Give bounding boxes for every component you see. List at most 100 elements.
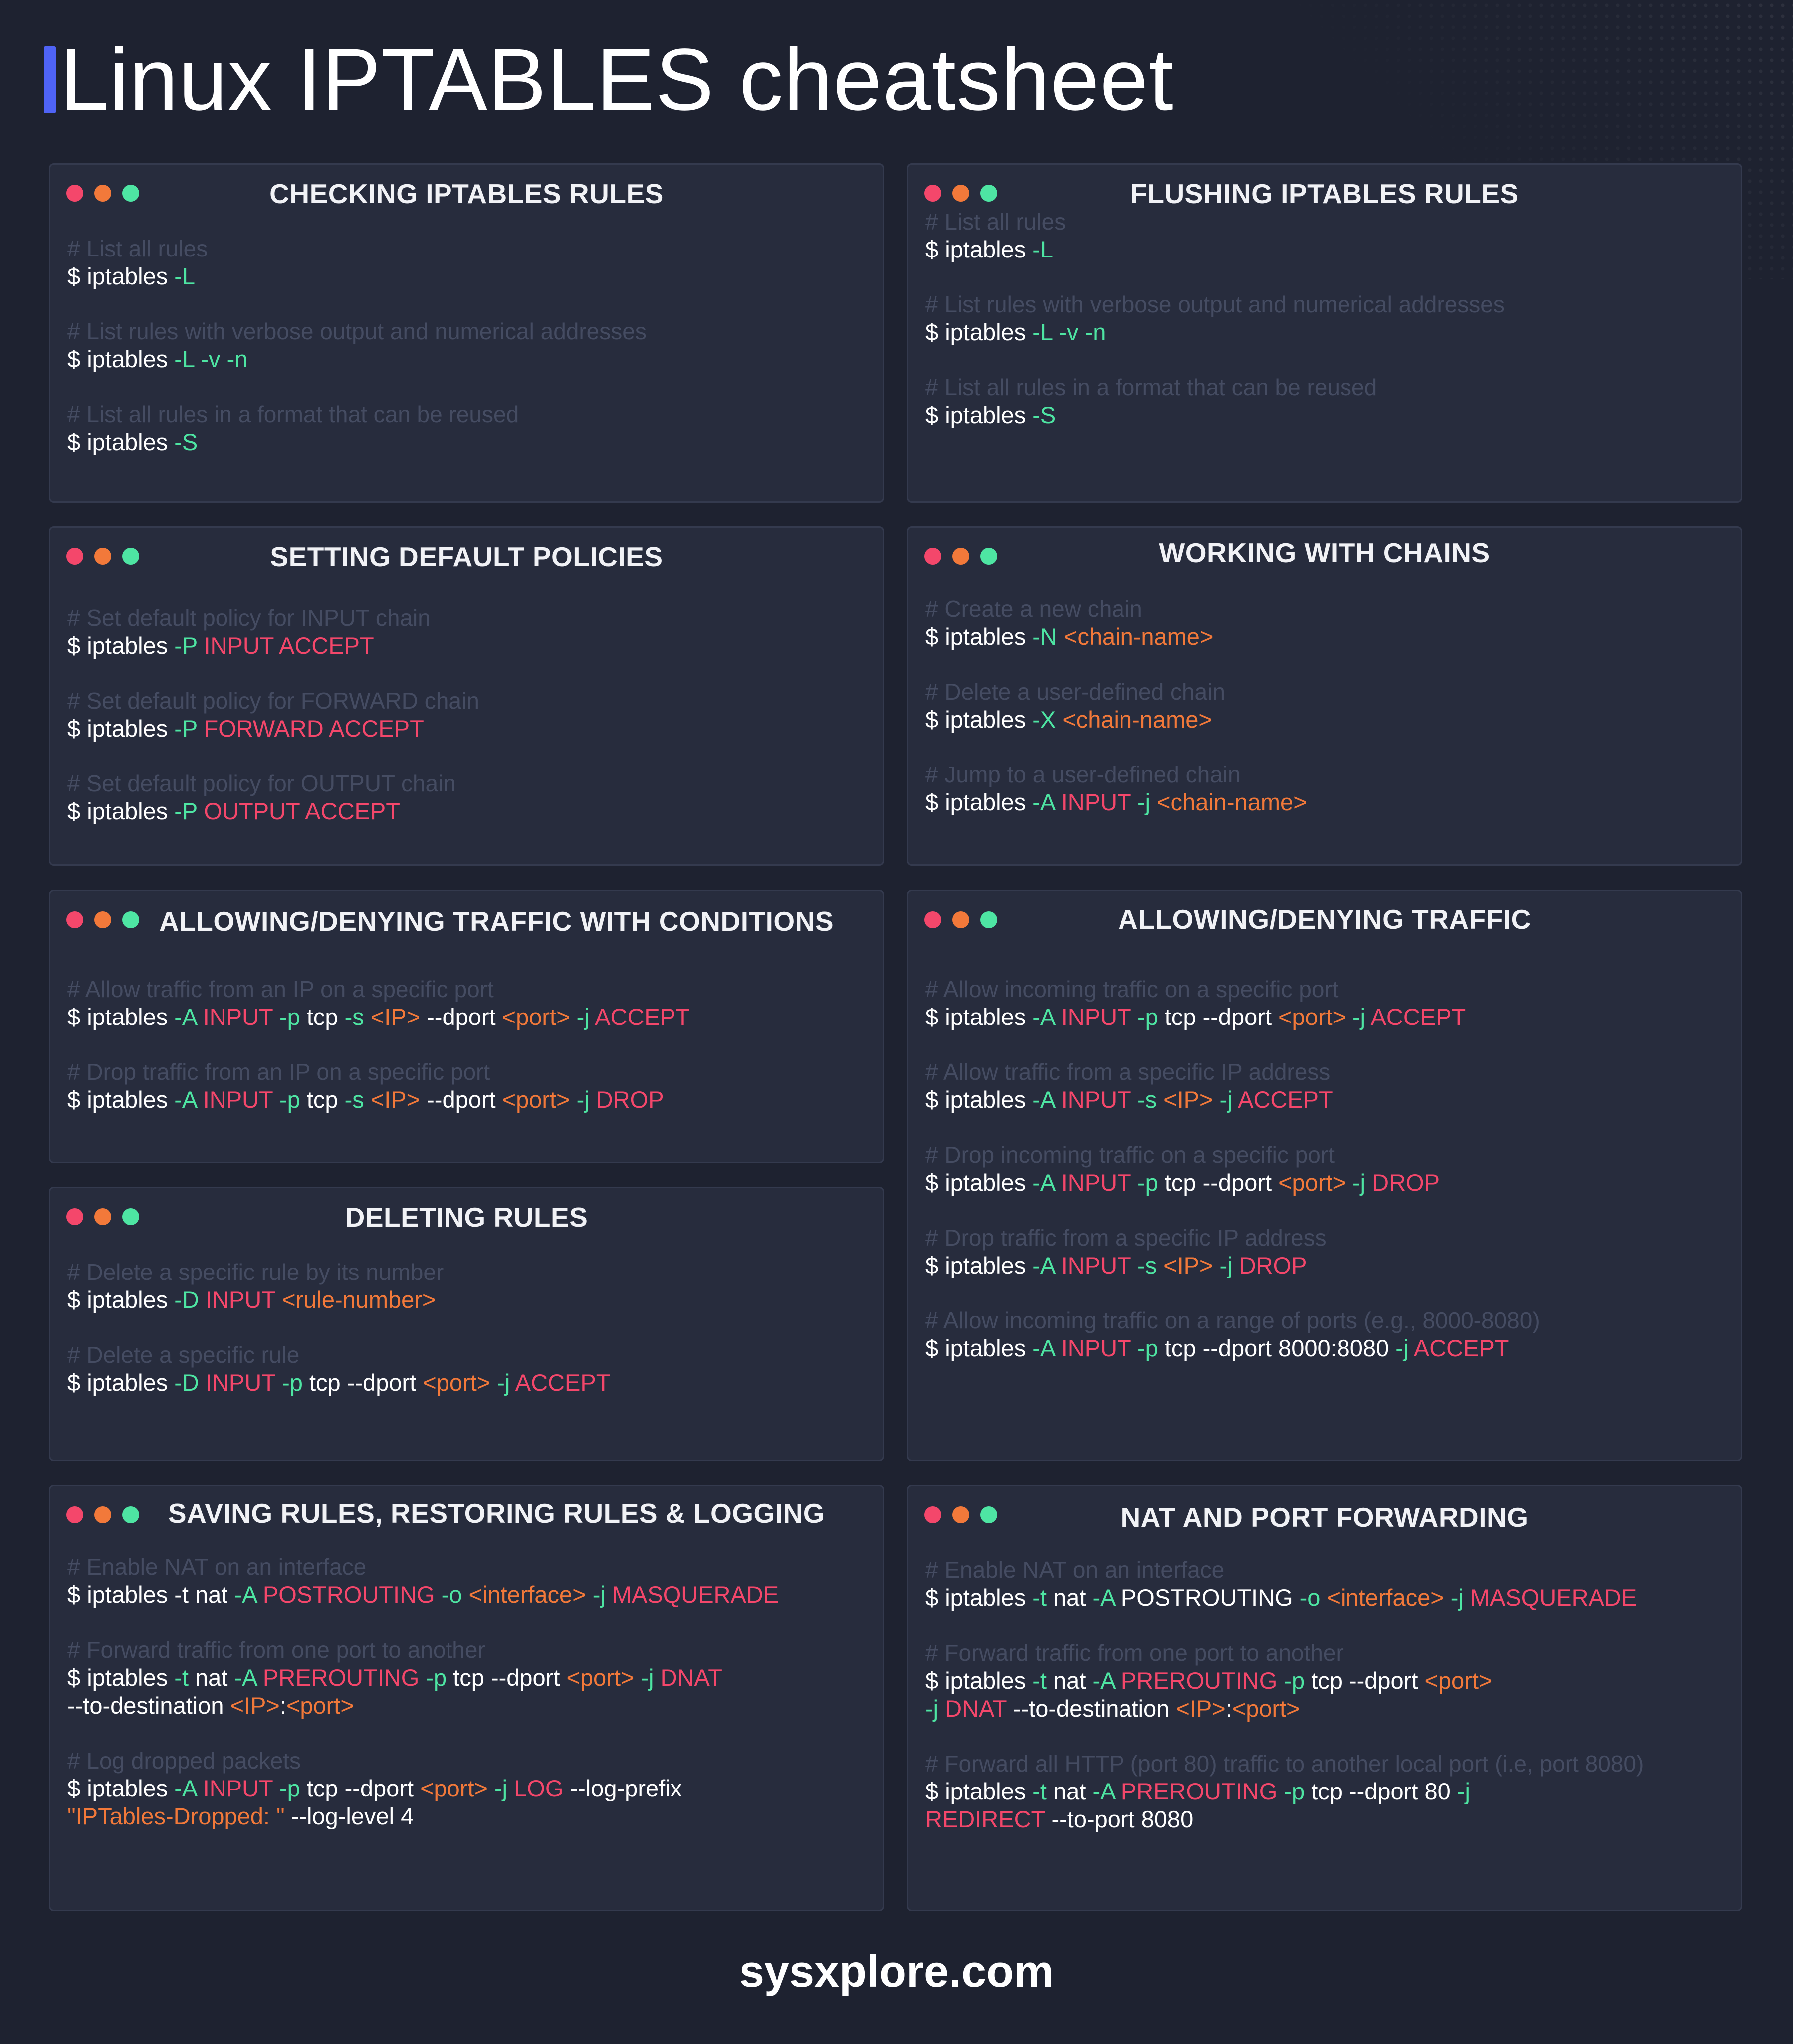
command-token: <chain-name>: [1062, 706, 1212, 733]
command-token: -A: [1032, 789, 1061, 815]
command-token: -A: [1092, 1667, 1121, 1694]
command-entry: # Enable NAT on an interface $ iptables -…: [925, 1556, 1736, 1612]
command-token: $ iptables: [925, 789, 1033, 815]
command-token: <port>: [502, 1004, 577, 1030]
command-token: INPUT: [1061, 1004, 1137, 1030]
command-token: <port>: [420, 1775, 495, 1801]
command-token: <port>: [286, 1692, 354, 1719]
command-token: <chain-name>: [1063, 623, 1214, 650]
command-token: <IP>: [370, 1086, 427, 1113]
command-token: -S: [174, 429, 198, 455]
command-entry: # Set default policy for INPUT chain $ ip…: [67, 604, 878, 660]
command-token: -o: [1299, 1584, 1327, 1611]
command-token: -j: [1137, 789, 1157, 815]
entries: # Enable NAT on an interface $ iptables -…: [925, 1556, 1736, 1833]
command-entry: # Forward traffic from one port to anoth…: [925, 1639, 1736, 1723]
command-token: -j: [1395, 1335, 1414, 1361]
minimize-dot-icon: [94, 1506, 111, 1523]
command-comment: # List all rules in a format that can be…: [67, 401, 519, 427]
command-entry: # Set default policy for FORWARD chain $ …: [67, 687, 878, 743]
command-comment: # Log dropped packets: [67, 1748, 301, 1774]
command-comment: # List rules with verbose output and num…: [67, 318, 647, 344]
command-token: -j: [1457, 1778, 1470, 1804]
command-token: INPUT: [1061, 1086, 1137, 1113]
card-title: WORKING WITH CHAINS: [1159, 537, 1490, 568]
command-entry: # List all rules $ iptables -L: [67, 235, 878, 290]
command-token: nat: [195, 1664, 234, 1691]
footer-site-name: sysxplore.com: [739, 1947, 1054, 1997]
command-token: -j: [592, 1581, 612, 1608]
command-token: -p: [282, 1369, 309, 1396]
card-title: SAVING RULES, RESTORING RULES & LOGGING: [168, 1498, 825, 1529]
command-line: $ iptables -P INPUT ACCEPT: [67, 632, 878, 660]
command-token: -p: [1137, 1169, 1165, 1196]
command-token: $ iptables: [67, 1286, 175, 1313]
command-line: $ iptables -S: [925, 401, 1736, 429]
command-token: -p: [426, 1664, 453, 1691]
command-token: -S: [1032, 402, 1056, 428]
command-token: <IP>: [1176, 1695, 1226, 1722]
command-token: --dport: [427, 1086, 502, 1113]
entries: # Set default policy for INPUT chain $ ip…: [67, 604, 878, 825]
command-entry: # List rules with verbose output and num…: [67, 317, 878, 373]
command-line: $ iptables -A INPUT -p tcp -s <IP> --dpo…: [67, 1086, 878, 1114]
command-token: <port>: [1278, 1169, 1353, 1196]
command-entry: # Forward traffic from one port to anoth…: [67, 1636, 878, 1720]
command-token: -A: [1092, 1584, 1121, 1611]
command-comment: # Drop traffic from an IP on a specific …: [67, 1059, 490, 1085]
command-token: -p: [1284, 1778, 1312, 1804]
close-dot-icon: [66, 911, 83, 928]
command-token: INPUT: [203, 1004, 279, 1030]
command-line: $ iptables -D INPUT <rule-number>: [67, 1286, 878, 1314]
command-token: -p: [279, 1775, 307, 1801]
command-line: $ iptables -A INPUT -p tcp -s <IP> --dpo…: [67, 1003, 878, 1031]
command-comment: # Delete a specific rule: [67, 1342, 300, 1368]
minimize-dot-icon: [94, 911, 111, 928]
command-token: -s: [1137, 1086, 1164, 1113]
command-token: -j: [1352, 1004, 1371, 1030]
command-comment: # Forward all HTTP (port 80) traffic to …: [925, 1751, 1644, 1777]
command-token: ACCEPT: [1370, 1004, 1466, 1030]
command-comment: # Enable NAT on an interface: [67, 1554, 367, 1580]
title-accent-bar: [44, 46, 56, 113]
command-token: $ iptables: [925, 1004, 1033, 1030]
command-token: $ iptables: [67, 1369, 175, 1396]
command-token: -X: [1032, 706, 1063, 733]
command-token: <IP>: [1163, 1252, 1220, 1278]
command-token: --to-port 8080: [1051, 1806, 1194, 1832]
command-token: $ iptables: [925, 623, 1033, 650]
command-token: $ iptables: [925, 1252, 1033, 1278]
command-line: $ iptables -A INPUT -p tcp --dport 8000:…: [925, 1334, 1736, 1362]
command-entry: # Jump to a user-defined chain $ iptables…: [925, 761, 1736, 816]
card-title: SETTING DEFAULT POLICIES: [270, 541, 663, 572]
command-entry: # Set default policy for OUTPUT chain $ i…: [67, 769, 878, 825]
command-token: INPUT: [1061, 1252, 1137, 1278]
command-token: "IPTables-Dropped: ": [67, 1803, 291, 1829]
command-token: INPUT: [1061, 1169, 1137, 1196]
command-token: -P: [174, 798, 204, 824]
command-token: -p: [279, 1004, 307, 1030]
command-token: FORWARD ACCEPT: [204, 715, 424, 742]
command-line: $ iptables -X <chain-name>: [925, 706, 1736, 734]
command-token: -P: [174, 632, 204, 659]
command-line: $ iptables -t nat -A PREROUTING -p tcp -…: [925, 1778, 1736, 1805]
card-traffic-conditions: ALLOWING/DENYING TRAFFIC WITH CONDITIONS…: [49, 890, 884, 1163]
command-entry: # Allow traffic from an IP on a specific…: [67, 975, 878, 1031]
command-token: -j: [1219, 1086, 1238, 1113]
command-token: tcp --dport: [1311, 1667, 1425, 1694]
close-dot-icon: [66, 1506, 83, 1523]
command-token: POSTROUTING: [262, 1581, 442, 1608]
command-line: $ iptables -L: [67, 262, 878, 290]
command-token: -t: [1032, 1778, 1054, 1804]
command-token: -A: [1032, 1169, 1061, 1196]
command-token: <interface>: [1327, 1584, 1451, 1611]
entries: # Delete a specific rule by its number $ …: [67, 1258, 878, 1397]
card-title: CHECKING IPTABLES RULES: [269, 178, 664, 209]
command-token: $ iptables: [925, 1335, 1033, 1361]
command-token: --dport: [427, 1004, 502, 1030]
command-token: LOG: [514, 1775, 570, 1801]
card-flushing-rules: FLUSHING IPTABLES RULES # List all rules…: [907, 163, 1742, 503]
command-token: $ iptables: [925, 1667, 1033, 1694]
command-token: -L -v -n: [174, 346, 248, 372]
card-default-policies: SETTING DEFAULT POLICIES # Set default p…: [49, 526, 884, 866]
